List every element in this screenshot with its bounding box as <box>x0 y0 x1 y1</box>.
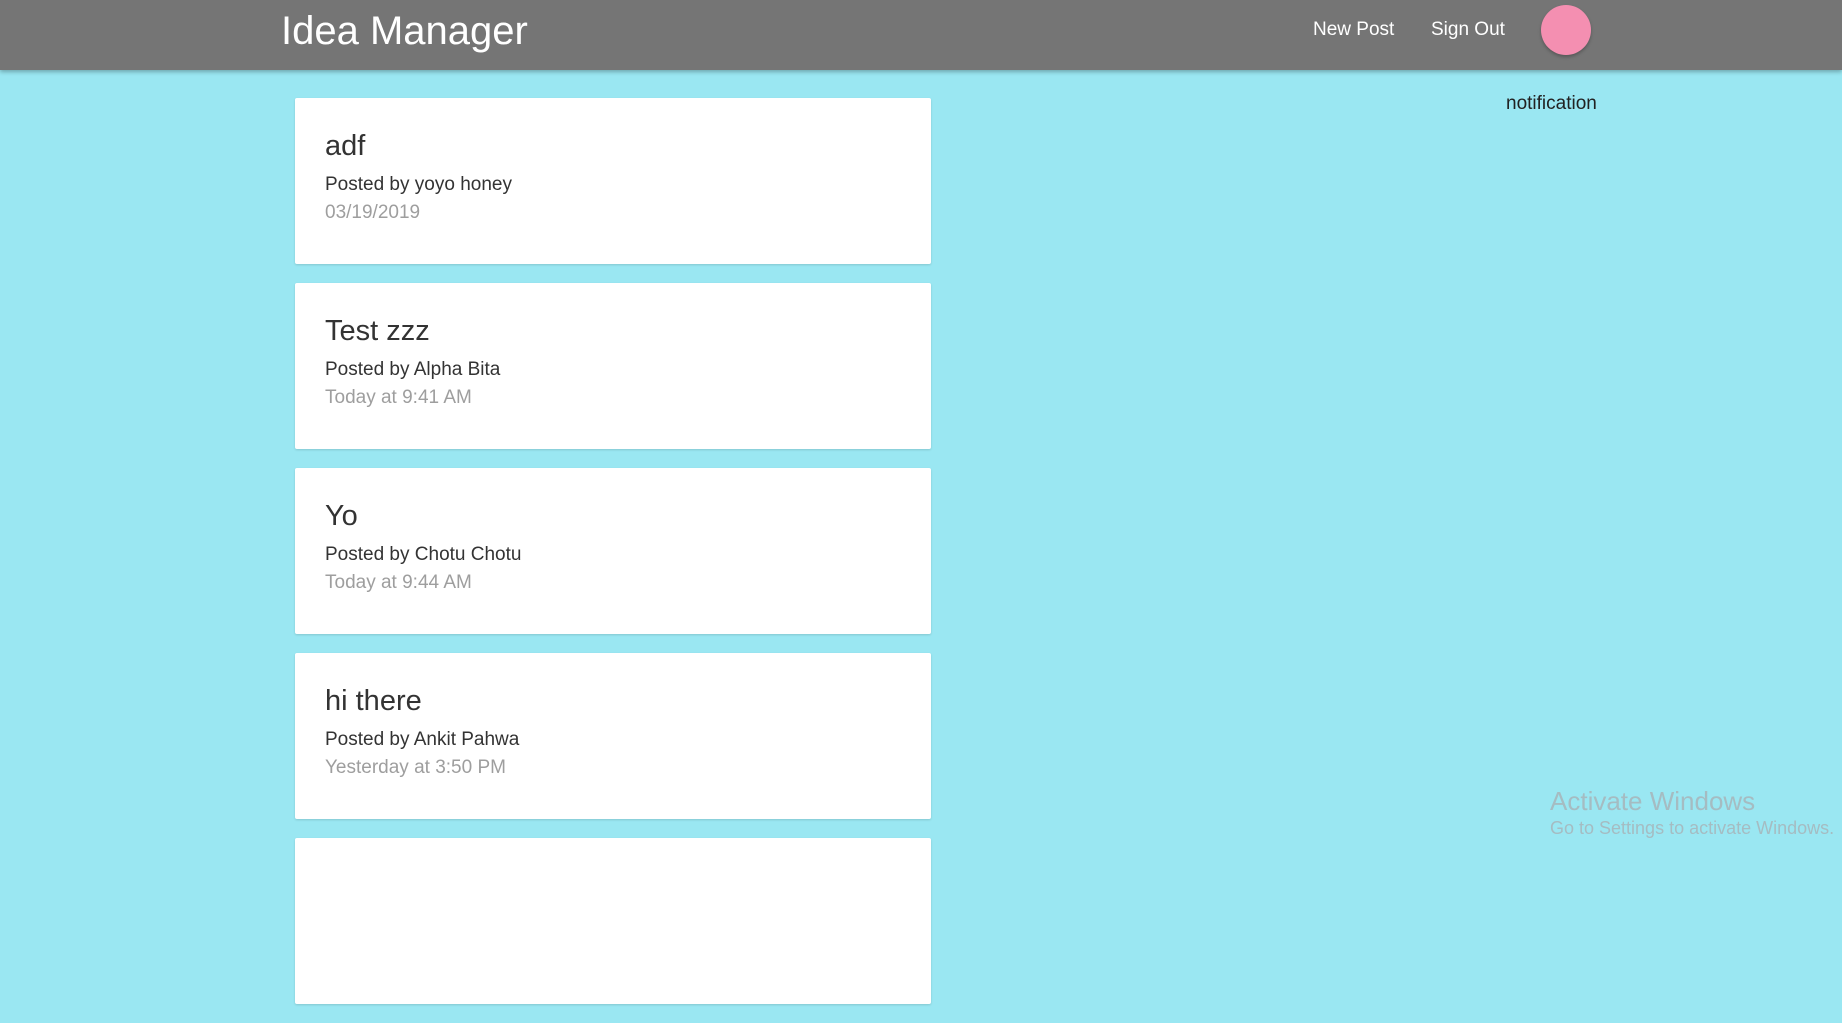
brand-logo-link[interactable]: Idea Manager <box>281 8 528 54</box>
post-card[interactable] <box>295 838 931 1004</box>
watermark-title: Activate Windows <box>1550 786 1756 816</box>
post-date: Today at 9:41 AM <box>325 387 472 408</box>
watermark-subtitle: Go to Settings to activate Windows. <box>1550 818 1835 838</box>
sign-out-link[interactable]: Sign Out <box>1431 18 1505 42</box>
activate-windows-watermark: Activate Windows Go to Settings to activ… <box>1550 785 1834 839</box>
post-date: Yesterday at 3:50 PM <box>325 757 506 778</box>
post-title[interactable]: Test zzz <box>325 313 901 349</box>
post-date: Today at 9:44 AM <box>325 572 472 593</box>
user-avatar-button[interactable] <box>1541 5 1591 55</box>
post-list: adf Posted by yoyo honey 03/19/2019 Test… <box>295 98 931 1023</box>
new-post-link[interactable]: New Post <box>1313 18 1394 42</box>
post-title[interactable]: Yo <box>325 498 901 534</box>
post-card[interactable]: Yo Posted by Chotu Chotu Today at 9:44 A… <box>295 468 931 634</box>
notification-label: notification <box>1506 93 1597 114</box>
post-card[interactable]: Test zzz Posted by Alpha Bita Today at 9… <box>295 283 931 449</box>
post-author: Posted by yoyo honey <box>325 174 512 195</box>
post-title[interactable]: hi there <box>325 683 901 719</box>
top-navbar: Idea Manager New Post Sign Out <box>0 0 1842 70</box>
post-author: Posted by Alpha Bita <box>325 359 501 380</box>
post-card[interactable]: adf Posted by yoyo honey 03/19/2019 <box>295 98 931 264</box>
post-date: 03/19/2019 <box>325 202 421 223</box>
post-author: Posted by Ankit Pahwa <box>325 729 520 750</box>
post-card[interactable]: hi there Posted by Ankit Pahwa Yesterday… <box>295 653 931 819</box>
post-author: Posted by Chotu Chotu <box>325 544 522 565</box>
post-title[interactable]: adf <box>325 128 901 164</box>
